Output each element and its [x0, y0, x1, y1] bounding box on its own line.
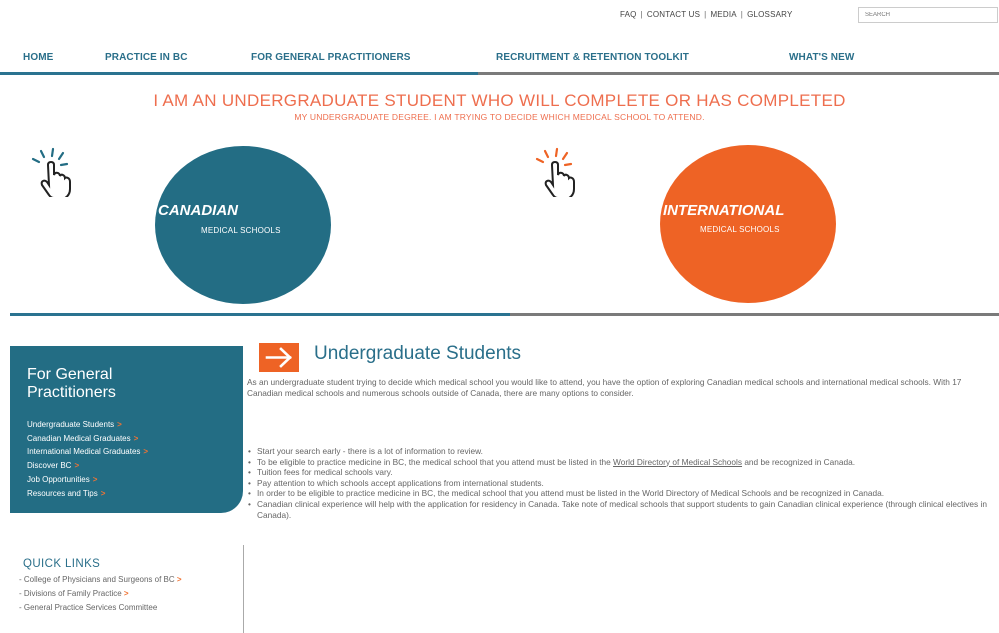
international-label: INTERNATIONAL	[663, 202, 785, 219]
canadian-schools-circle[interactable]: CANADIAN MEDICAL SCHOOLS	[155, 146, 331, 304]
sidebar-item-label: International Medical Graduates	[27, 447, 141, 457]
nav-recruitment-toolkit[interactable]: RECRUITMENT & RETENTION TOOLKIT	[496, 52, 689, 63]
chevron-right-icon: >	[74, 461, 80, 471]
sidebar-item-label: Undergraduate Students	[27, 420, 115, 429]
vertical-divider	[243, 545, 244, 633]
utility-nav: FAQ | CONTACT US | MEDIA | GLOSSARY	[620, 10, 793, 19]
international-schools-circle[interactable]: INTERNATIONAL MEDICAL SCHOOLS	[660, 145, 836, 303]
quick-link-label: - General Practice Services Committee	[19, 603, 158, 612]
chevron-right-icon: >	[117, 420, 122, 429]
tips-list: Start your search early - there is a lot…	[247, 446, 999, 520]
quick-link-divisions[interactable]: - Divisions of Family Practice >	[19, 588, 234, 599]
quick-link-gpsc[interactable]: - General Practice Services Committee	[19, 602, 234, 613]
list-item: Start your search early - there is a lot…	[247, 446, 999, 457]
section-divider-teal	[10, 313, 510, 316]
chevron-right-icon: >	[100, 488, 106, 498]
list-item: In order to be eligible to practice medi…	[247, 488, 999, 499]
nav-general-practitioners[interactable]: FOR GENERAL PRACTITIONERS	[251, 52, 411, 63]
sidebar-item-discover-bc[interactable]: Discover BC >	[27, 459, 148, 473]
list-item: Canadian clinical experience will help w…	[247, 499, 999, 520]
sidebar-item-label: Discover BC	[27, 461, 72, 471]
separator: |	[704, 10, 707, 19]
list-item-text: and be recognized in Canada.	[742, 456, 856, 467]
list-item: Pay attention to which schools accept ap…	[247, 478, 999, 489]
separator: |	[740, 10, 744, 19]
pointer-hand-icon	[31, 147, 71, 197]
contact-us-link[interactable]: CONTACT US	[647, 10, 700, 19]
quick-link-label: - College of Physicians and Surgeons of …	[19, 575, 175, 584]
nav-home[interactable]: HOME	[23, 52, 53, 63]
intro-paragraph: As an undergraduate student trying to de…	[247, 377, 962, 399]
sidebar-item-resources[interactable]: Resources and Tips >	[27, 487, 148, 501]
quick-link-cpsbc[interactable]: - College of Physicians and Surgeons of …	[19, 574, 234, 585]
list-item: To be eligible to practice medicine in B…	[247, 457, 999, 468]
chevron-right-icon: >	[143, 447, 149, 457]
nav-underline-teal	[0, 72, 478, 75]
quick-link-label: - Divisions of Family Practice	[19, 589, 122, 598]
chevron-right-icon: >	[123, 589, 129, 598]
quick-links-title: QUICK LINKS	[23, 558, 101, 570]
search-input[interactable]	[858, 7, 998, 23]
faq-link[interactable]: FAQ	[620, 10, 637, 19]
sidebar-list: Undergraduate Students > Canadian Medical…	[27, 418, 148, 500]
separator: |	[640, 10, 643, 19]
list-item: Tuition fees for medical schools vary.	[247, 467, 999, 478]
canadian-label: CANADIAN	[158, 202, 238, 219]
sidebar-item-label: Canadian Medical Graduates	[27, 433, 131, 443]
list-item-text: To be eligible to practice medicine in B…	[257, 456, 614, 467]
sidebar-title: For General Practitioners	[27, 366, 116, 401]
media-link[interactable]: MEDIA	[710, 10, 736, 19]
sidebar-item-undergraduate[interactable]: Undergraduate Students >	[27, 418, 148, 432]
glossary-link[interactable]: GLOSSARY	[747, 10, 792, 19]
chevron-right-icon: >	[176, 575, 182, 584]
international-sublabel: MEDICAL SCHOOLS	[700, 225, 780, 234]
hero-subtitle: MY UNDERGRADUATE DEGREE. I AM TRYING TO …	[294, 112, 705, 122]
nav-practice-in-bc[interactable]: PRACTICE IN BC	[105, 52, 188, 63]
canadian-sublabel: MEDICAL SCHOOLS	[201, 226, 281, 235]
nav-whats-new[interactable]: WHAT'S NEW	[789, 52, 854, 63]
sidebar-panel: For General Practitioners Undergraduate …	[10, 346, 243, 513]
sidebar-item-label: Resources and Tips	[27, 488, 98, 498]
world-directory-link[interactable]: World Directory of Medical Schools	[613, 457, 742, 467]
section-divider-gray	[510, 313, 999, 316]
sidebar-item-international-graduates[interactable]: International Medical Graduates >	[27, 445, 148, 459]
pointer-hand-icon	[535, 147, 575, 197]
page-title: Undergraduate Students	[314, 343, 522, 364]
sidebar-item-job-opportunities[interactable]: Job Opportunities >	[27, 473, 148, 487]
chevron-right-icon: >	[133, 433, 139, 443]
sidebar-item-canadian-graduates[interactable]: Canadian Medical Graduates >	[27, 432, 148, 446]
arrow-right-icon	[259, 343, 299, 372]
sidebar-item-label: Job Opportunities	[27, 474, 90, 484]
hero-title: I AM AN UNDERGRADUATE STUDENT WHO WILL C…	[153, 91, 846, 110]
nav-underline-gray	[478, 72, 999, 75]
chevron-right-icon: >	[92, 474, 98, 484]
